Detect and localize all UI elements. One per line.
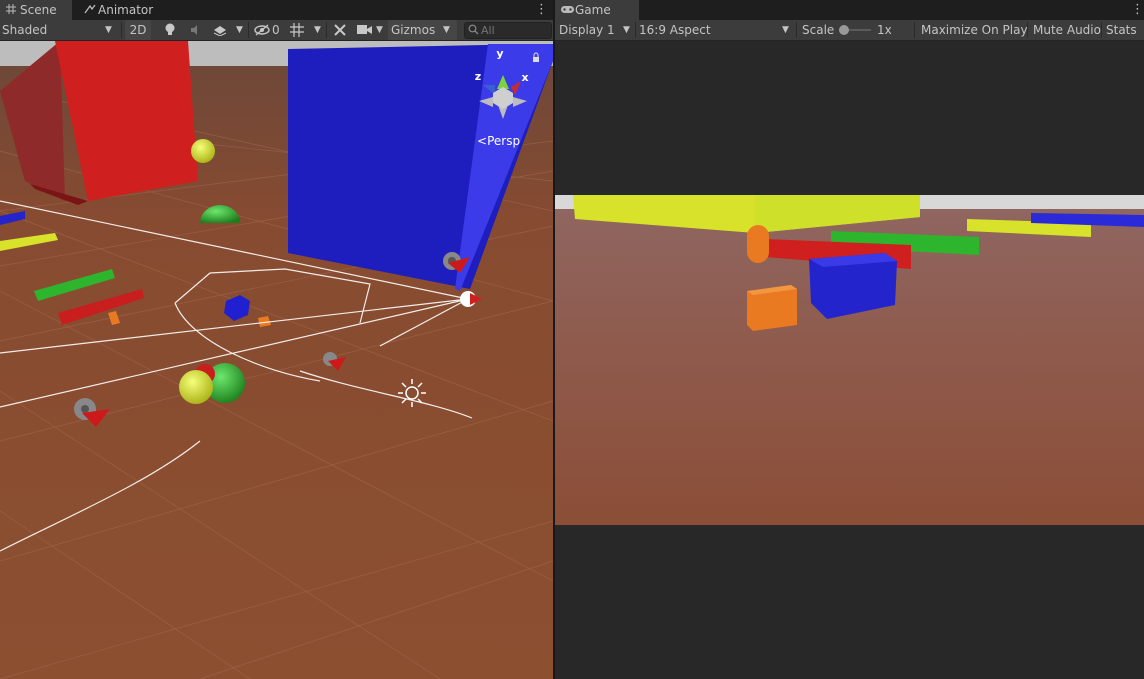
scene-panel: Scene Animator ⋮ Shaded ▼ 2D ▼ 0 ▼ ▼ Giz… bbox=[0, 0, 553, 679]
mute-audio-toggle[interactable]: Mute Audio bbox=[1033, 20, 1101, 40]
game-viewport[interactable] bbox=[555, 195, 1144, 525]
aspect-value: 16:9 Aspect bbox=[639, 23, 711, 37]
scene-more-menu-icon[interactable]: ⋮ bbox=[535, 1, 548, 19]
tab-animator-label: Animator bbox=[98, 3, 154, 17]
tab-animator[interactable]: Animator bbox=[78, 0, 161, 20]
mute-audio-label: Mute Audio bbox=[1033, 23, 1101, 37]
effects-icon[interactable] bbox=[210, 20, 230, 40]
scale-value: 1x bbox=[877, 23, 892, 37]
game-render bbox=[555, 195, 1144, 525]
maximize-on-play-label: Maximize On Play bbox=[921, 23, 1028, 37]
display-dropdown[interactable]: Display 1 bbox=[559, 20, 631, 40]
game-toolbar: Display 1 ▼ 16:9 Aspect ▼ Scale 1x Maxim… bbox=[555, 20, 1144, 41]
aspect-chevron-down-icon: ▼ bbox=[782, 25, 789, 35]
tools-icon[interactable] bbox=[331, 20, 349, 40]
gizmos-chevron-down-icon: ▼ bbox=[443, 25, 450, 35]
toggle-2d-button[interactable]: 2D bbox=[125, 20, 151, 40]
scene-search-input[interactable] bbox=[481, 23, 547, 38]
stats-toggle[interactable]: Stats bbox=[1106, 20, 1137, 40]
game-panel: Game ⋮ Display 1 ▼ 16:9 Aspect ▼ Scale 1… bbox=[555, 0, 1144, 679]
grid-chevron-down-icon[interactable]: ▼ bbox=[314, 20, 321, 40]
projection-label: Persp bbox=[487, 134, 520, 148]
projection-toggle[interactable]: <Persp bbox=[477, 134, 520, 148]
game-more-menu-icon[interactable]: ⋮ bbox=[1131, 1, 1144, 19]
camera-chevron-down-icon[interactable]: ▼ bbox=[376, 20, 383, 40]
shading-mode-value: Shaded bbox=[2, 23, 48, 37]
toggle-2d-label: 2D bbox=[129, 23, 147, 37]
axis-x-label: x bbox=[521, 71, 528, 84]
tab-game[interactable]: Game bbox=[555, 0, 639, 20]
shading-mode-dropdown[interactable]: Shaded bbox=[2, 20, 118, 40]
search-icon bbox=[468, 24, 479, 38]
axis-z-label: z bbox=[475, 70, 481, 83]
scale-label: Scale bbox=[802, 23, 835, 37]
axis-y-label: y bbox=[496, 47, 503, 60]
light-bulb-icon[interactable] bbox=[160, 20, 180, 40]
animator-icon bbox=[84, 1, 98, 21]
aspect-dropdown[interactable]: 16:9 Aspect bbox=[639, 20, 791, 40]
gizmos-label: Gizmos bbox=[391, 23, 436, 37]
tab-game-label: Game bbox=[575, 3, 611, 17]
scene-grid-icon bbox=[6, 1, 20, 21]
scale-slider[interactable] bbox=[839, 20, 871, 40]
visibility-icon[interactable] bbox=[254, 20, 270, 40]
scene-toolbar: Shaded ▼ 2D ▼ 0 ▼ ▼ Gizmos ▼ All bbox=[0, 20, 553, 41]
game-tabbar: Game ⋮ bbox=[555, 0, 1144, 20]
shading-chevron-down-icon: ▼ bbox=[105, 25, 112, 35]
scene-viewport[interactable]: y x z <Persp bbox=[0, 41, 553, 679]
maximize-on-play-toggle[interactable]: Maximize On Play bbox=[921, 20, 1028, 40]
grid-icon[interactable] bbox=[288, 20, 306, 40]
hidden-count: 0 bbox=[272, 23, 280, 37]
effects-chevron-down-icon[interactable]: ▼ bbox=[236, 20, 243, 40]
scene-tabbar: Scene Animator ⋮ bbox=[0, 0, 553, 20]
tab-scene-label: Scene bbox=[20, 3, 57, 17]
display-value: Display 1 bbox=[559, 23, 615, 37]
audio-icon[interactable] bbox=[186, 20, 206, 40]
stats-label: Stats bbox=[1106, 23, 1137, 37]
scene-render[interactable]: y x z <Persp bbox=[0, 41, 553, 679]
camera-icon[interactable] bbox=[356, 20, 374, 40]
scene-search-box bbox=[464, 22, 552, 39]
display-chevron-down-icon: ▼ bbox=[623, 25, 630, 35]
tab-scene[interactable]: Scene bbox=[0, 0, 72, 20]
game-controller-icon bbox=[561, 1, 575, 21]
